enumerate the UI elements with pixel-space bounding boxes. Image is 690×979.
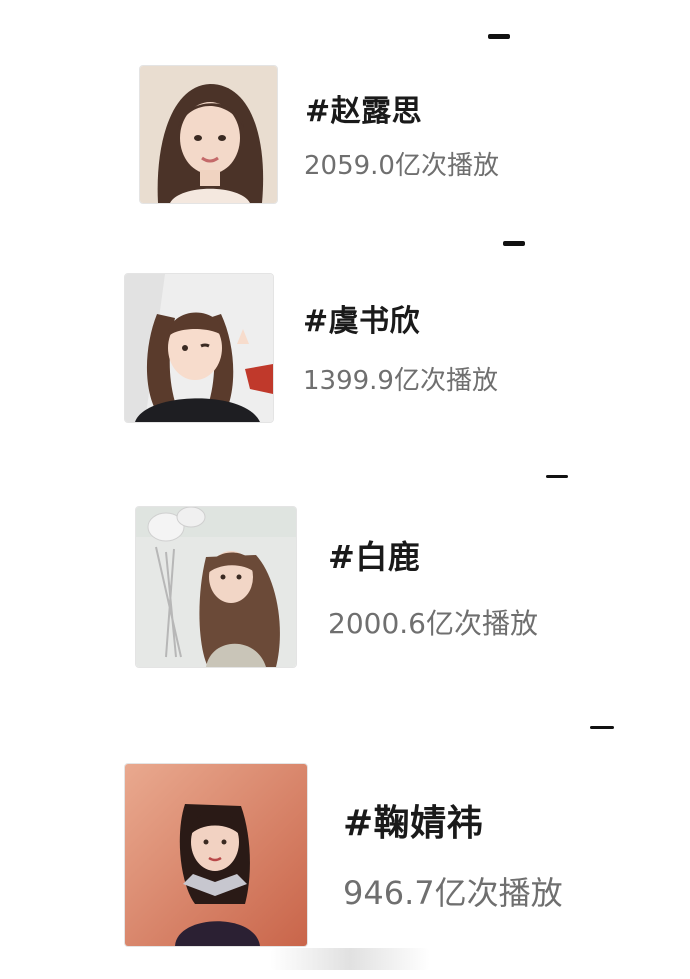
list-item[interactable]: #虞书欣 1399.9亿次播放	[0, 220, 690, 450]
play-count: 2059.0亿次播放	[304, 151, 499, 181]
play-count: 946.7亿次播放	[343, 874, 563, 912]
ranking-page: #赵露思 2059.0亿次播放 #虞书欣 1399.9亿次播放 #白鹿 2000…	[0, 0, 690, 979]
list-item[interactable]: #赵露思 2059.0亿次播放	[0, 0, 690, 220]
portrait-photo-icon	[140, 66, 277, 203]
hashtag-title[interactable]: #赵露思	[305, 86, 422, 130]
portrait-photo-icon	[125, 764, 307, 946]
avatar[interactable]	[139, 65, 278, 204]
play-count: 1399.9亿次播放	[303, 366, 498, 396]
hashtag-title[interactable]: #鞠婧祎	[343, 794, 483, 846]
portrait-photo-icon	[125, 274, 273, 422]
play-count: 2000.6亿次播放	[328, 607, 538, 640]
hashtag-title[interactable]: #白鹿	[328, 532, 420, 578]
avatar[interactable]	[124, 273, 274, 423]
portrait-photo-icon	[136, 507, 296, 667]
avatar[interactable]	[124, 763, 308, 947]
watermark-blur	[270, 948, 430, 970]
list-item[interactable]: #白鹿 2000.6亿次播放	[0, 450, 690, 700]
rank-change-dash-icon	[488, 34, 510, 39]
rank-change-dash-icon	[546, 475, 568, 478]
list-item[interactable]: #鞠婧祎 946.7亿次播放	[0, 700, 690, 979]
hashtag-title[interactable]: #虞书欣	[303, 296, 420, 340]
avatar[interactable]	[135, 506, 297, 668]
rank-change-dash-icon	[503, 241, 525, 246]
rank-change-dash-icon	[590, 726, 614, 729]
